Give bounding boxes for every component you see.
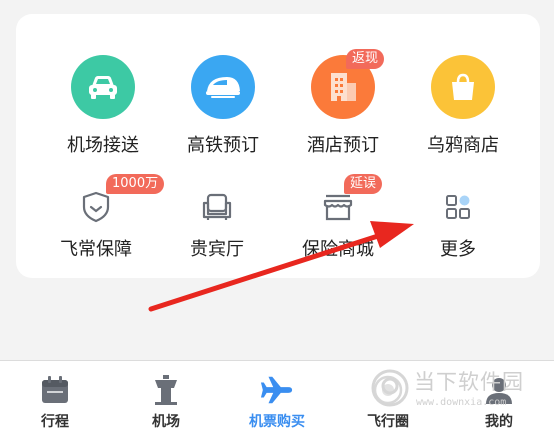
service-airport-transfer[interactable]: 机场接送 (43, 28, 163, 157)
tab-label: 机票购买 (249, 414, 305, 430)
tab-itinerary[interactable]: 行程 (0, 361, 110, 434)
tower-icon (149, 373, 183, 407)
coverage-badge: 1000万 (106, 174, 165, 194)
service-label: 乌鸦商店 (427, 135, 499, 156)
service-label: 飞常保障 (60, 239, 132, 260)
services-card: 机场接送 高铁预订 酒店预订 返现 乌鸦商店 飞常保障 1000万 贵宾厅 保险… (16, 14, 540, 278)
tab-label: 行程 (41, 414, 69, 430)
delay-badge: 延误 (344, 174, 383, 194)
watermark-url: www.downxia.com (416, 397, 507, 408)
cashback-badge: 返现 (346, 49, 385, 69)
airplane-icon (260, 373, 294, 407)
tab-buy-tickets[interactable]: 机票购买 (222, 361, 332, 434)
more-grid-icon (438, 187, 478, 227)
sofa-icon (197, 187, 237, 227)
watermark: 当下软件园 www.downxia.com (366, 366, 554, 416)
shopping-bag-icon (431, 55, 495, 119)
service-hotel-booking[interactable]: 酒店预订 返现 (283, 28, 403, 157)
service-insurance-mall[interactable]: 保险商城 延误 (278, 169, 398, 261)
watermark-logo (371, 369, 409, 407)
tab-label: 机场 (152, 414, 180, 430)
service-flight-protection[interactable]: 飞常保障 1000万 (36, 169, 165, 261)
service-label: 酒店预订 (307, 135, 379, 156)
service-label: 高铁预订 (187, 135, 259, 156)
service-more[interactable]: 更多 (398, 169, 518, 261)
service-label: 机场接送 (67, 135, 139, 156)
car-icon (71, 55, 135, 119)
tab-airport[interactable]: 机场 (111, 361, 221, 434)
service-label: 贵宾厅 (190, 239, 244, 260)
train-icon (191, 55, 255, 119)
service-label: 保险商城 (302, 239, 374, 260)
service-vip-lounge[interactable]: 贵宾厅 (157, 169, 277, 261)
calendar-icon (38, 373, 72, 407)
service-label: 更多 (440, 239, 476, 260)
service-train-booking[interactable]: 高铁预订 (163, 28, 283, 157)
services-row-1: 机场接送 高铁预订 酒店预订 返现 乌鸦商店 (16, 28, 540, 156)
services-row-2: 飞常保障 1000万 贵宾厅 保险商城 延误 更多 (16, 169, 540, 269)
watermark-text: 当下软件园 (414, 370, 524, 394)
service-crow-store[interactable]: 乌鸦商店 (403, 28, 523, 157)
